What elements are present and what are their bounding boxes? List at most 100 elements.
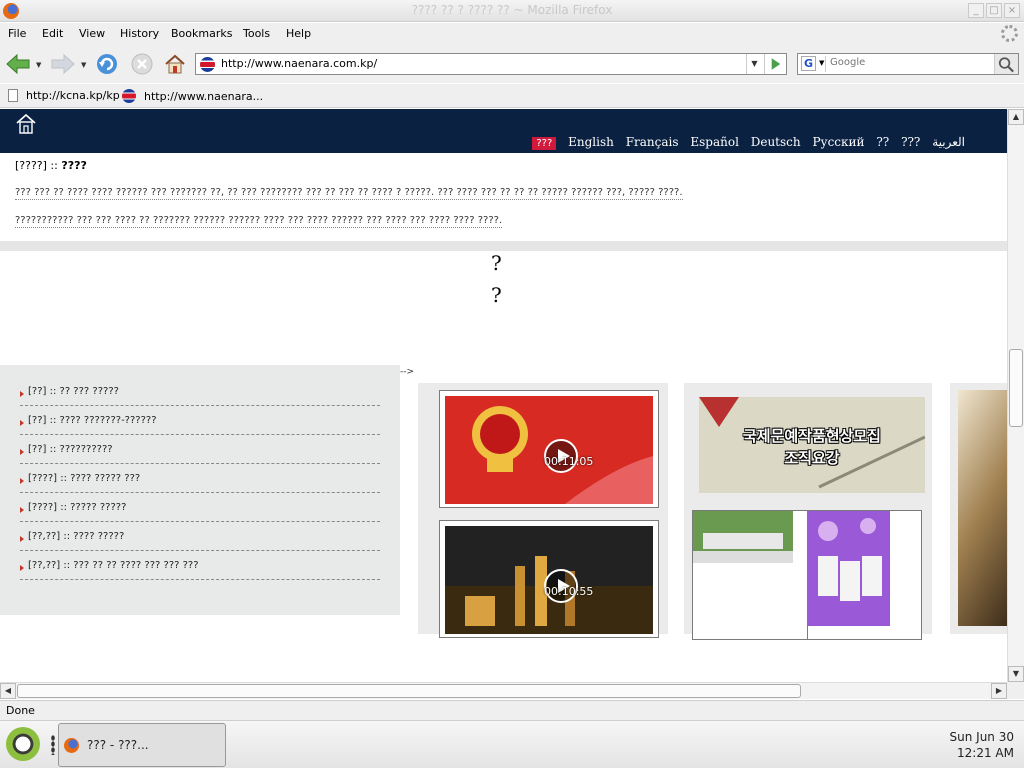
task-label: ??? - ???... (87, 738, 149, 752)
lang-chinese[interactable]: ?? (876, 135, 889, 149)
news-item[interactable]: [??] :: ?? ??? ????? (20, 386, 380, 406)
firefox-icon (64, 738, 79, 753)
lang-korean[interactable]: ??? (532, 137, 557, 150)
stray-text: --> (400, 367, 415, 377)
window-title: ???? ?? ? ???? ?? ~ Mozilla Firefox (411, 3, 613, 17)
lang-russian[interactable]: Русский (812, 135, 864, 149)
bookmarks-toolbar: http://kcna.kp/kp http://www.naenara... (0, 84, 1024, 108)
taskbar: ??? - ???... Sun Jun 30 12:21 AM (0, 720, 1024, 768)
video-duration: 00:10:55 (544, 585, 594, 598)
vertical-scroll-thumb[interactable] (1009, 349, 1023, 427)
menu-bookmarks[interactable]: Bookmarks (171, 27, 232, 40)
news-item[interactable]: [??,??] :: ???? ????? (20, 531, 380, 551)
news-item[interactable]: [????] :: ???? ????? ??? (20, 473, 380, 493)
scrollbar-corner (1007, 682, 1024, 699)
lang-english[interactable]: English (568, 135, 614, 149)
menu-file[interactable]: File (8, 27, 26, 40)
bookmark-naenara[interactable]: http://www.naenara... (122, 89, 263, 103)
horizontal-scroll-thumb[interactable] (17, 684, 801, 698)
menu-view[interactable]: View (79, 27, 105, 40)
product-thumbnail[interactable] (807, 510, 922, 640)
google-engine-icon: G (801, 56, 816, 71)
section-divider (0, 241, 1007, 251)
lang-japanese[interactable]: ??? (901, 135, 920, 149)
broken-image-placeholder-1: ? (491, 251, 502, 275)
taskbar-firefox-window[interactable]: ??? - ???... (58, 723, 226, 767)
minimize-button[interactable]: _ (968, 3, 984, 18)
clock-time: 12:21 AM (957, 746, 1014, 760)
language-selector: ??? English Français Español Deutsch Рус… (524, 135, 965, 150)
page-icon (8, 89, 18, 102)
video-thumbnail-1[interactable]: 00:11:05 (439, 390, 659, 508)
status-text: Done (6, 704, 35, 717)
video-duration: 00:11:05 (544, 455, 594, 468)
title-bar: ???? ?? ? ???? ?? ~ Mozilla Firefox _ □ … (0, 0, 1024, 22)
banner-gallery: 국제문예작품현상모집 조직요강 (684, 383, 932, 640)
url-history-dropdown-icon[interactable]: ▼ (746, 54, 762, 74)
banner-subtitle: 조직요강 (784, 449, 840, 467)
menu-history[interactable]: History (120, 27, 159, 40)
home-icon[interactable] (163, 53, 187, 75)
address-bar[interactable]: ▼ (195, 53, 787, 75)
search-input[interactable] (830, 57, 990, 68)
lang-french[interactable]: Français (626, 135, 679, 149)
search-bar[interactable]: G ▼ (797, 53, 1019, 75)
forward-history-dropdown-icon[interactable]: ▼ (81, 61, 86, 69)
start-menu-icon[interactable] (6, 727, 40, 761)
search-engine-selector[interactable]: G ▼ (800, 56, 826, 72)
menu-edit[interactable]: Edit (42, 27, 63, 40)
scroll-right-icon[interactable]: ▶ (991, 683, 1007, 699)
news-list-panel: [??] :: ?? ??? ????? [??] :: ???? ??????… (0, 365, 400, 615)
site-header: ??? English Français Español Deutsch Рус… (0, 109, 1007, 153)
partial-gallery-image[interactable] (958, 390, 1007, 626)
clock[interactable]: Sun Jun 30 12:21 AM (950, 729, 1014, 761)
back-arrow-icon[interactable] (5, 53, 31, 75)
headline-paragraph-1[interactable]: ??? ??? ?? ???? ???? ?????? ??? ??????? … (15, 187, 683, 200)
building-thumbnail[interactable] (692, 510, 808, 640)
page-content: ??? English Français Español Deutsch Рус… (0, 109, 1007, 682)
scroll-up-icon[interactable]: ▲ (1008, 109, 1024, 125)
menu-help[interactable]: Help (286, 27, 311, 40)
news-item[interactable]: [????] :: ????? ????? (20, 502, 380, 522)
literary-contest-banner[interactable]: 국제문예작품현상모집 조직요강 (699, 397, 925, 493)
activity-throbber-icon (1001, 25, 1018, 42)
scroll-down-icon[interactable]: ▼ (1008, 666, 1024, 682)
taskbar-grip-icon[interactable] (51, 735, 55, 755)
bookmark-kcna[interactable]: http://kcna.kp/kp (8, 89, 120, 102)
horizontal-scrollbar[interactable]: ◀ ▶ (0, 682, 1007, 699)
vertical-scrollbar[interactable]: ▲ ▼ (1007, 109, 1024, 682)
site-favicon-flag-icon (200, 57, 215, 72)
clock-date: Sun Jun 30 (949, 730, 1014, 744)
bookmark-kcna-label: http://kcna.kp/kp (26, 89, 120, 102)
flag-icon (122, 89, 136, 103)
site-home-icon[interactable] (15, 113, 37, 135)
lang-arabic[interactable]: العربية (932, 135, 965, 149)
scroll-left-icon[interactable]: ◀ (0, 683, 16, 699)
video-thumbnail-2[interactable]: 00:10:55 (439, 520, 659, 638)
status-bar: Done (0, 700, 1024, 720)
headline-paragraph-2[interactable]: ??????????? ??? ??? ???? ?? ??????? ????… (15, 215, 503, 228)
url-input[interactable] (221, 57, 741, 70)
news-item[interactable]: [??,??] :: ??? ?? ?? ???? ??? ??? ??? (20, 560, 380, 580)
headline[interactable]: [????] :: ???? (15, 159, 87, 172)
building-image (693, 511, 793, 563)
menu-tools[interactable]: Tools (243, 27, 270, 40)
bookmark-naenara-label: http://www.naenara... (144, 90, 264, 103)
news-item[interactable]: [??] :: ?????????? (20, 444, 380, 464)
partial-gallery (950, 383, 1007, 634)
menu-bar: File Edit View History Bookmarks Tools H… (0, 23, 1024, 45)
reload-icon[interactable] (95, 53, 119, 75)
medicine-bottles-image (808, 511, 890, 626)
close-window-button[interactable]: × (1004, 3, 1020, 18)
news-item[interactable]: [??] :: ???? ???????-?????? (20, 415, 380, 435)
magnifier-search-icon[interactable] (994, 54, 1018, 74)
lang-spanish[interactable]: Español (690, 135, 739, 149)
go-arrow-icon[interactable] (764, 54, 786, 74)
maximize-button[interactable]: □ (986, 3, 1002, 18)
stop-icon[interactable] (130, 53, 154, 75)
video-gallery: 00:11:05 00:10:55 (418, 383, 668, 638)
forward-arrow-icon[interactable] (50, 53, 76, 75)
back-history-dropdown-icon[interactable]: ▼ (36, 61, 41, 69)
headline-title: ???? (61, 159, 87, 172)
lang-german[interactable]: Deutsch (751, 135, 801, 149)
